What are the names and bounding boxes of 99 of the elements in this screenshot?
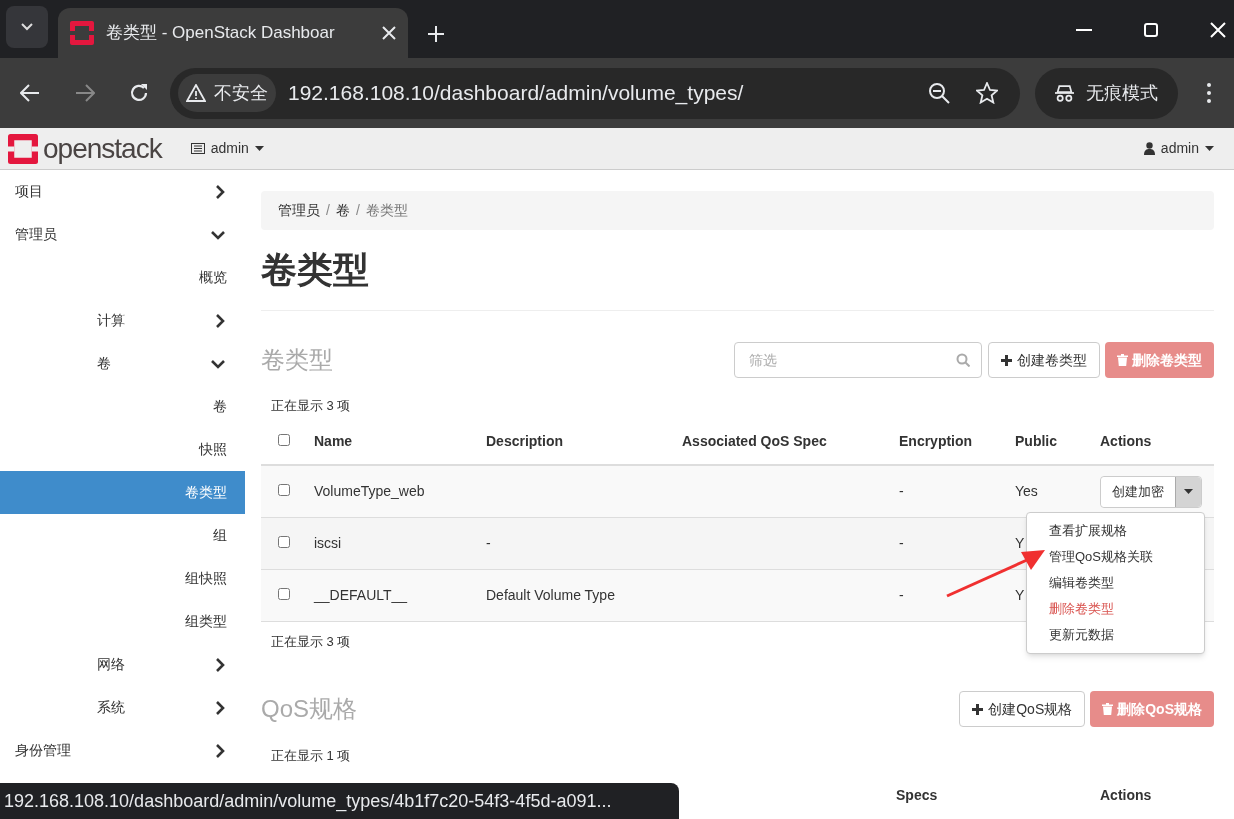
page-title: 卷类型	[261, 248, 369, 292]
sidebar-item[interactable]: 项目	[0, 170, 245, 213]
table-cell: -	[899, 535, 904, 551]
sidebar-item[interactable]: 网络	[0, 643, 245, 686]
menu-item[interactable]: 编辑卷类型	[1049, 570, 1114, 596]
reload-icon[interactable]	[129, 83, 149, 103]
column-header[interactable]: Public	[1015, 432, 1057, 449]
logo-text[interactable]: openstack	[43, 134, 162, 163]
search-icon	[956, 353, 970, 367]
list-icon	[190, 143, 205, 154]
table-cell: iscsi	[314, 535, 342, 551]
menu-icon[interactable]	[1207, 83, 1211, 103]
item-count: 正在显示 1 项	[271, 747, 351, 764]
sidebar-item[interactable]: 计算	[0, 299, 245, 342]
filter-field[interactable]: 筛选	[734, 342, 982, 378]
star-icon[interactable]	[976, 82, 998, 104]
table-cell: Yes	[1015, 483, 1038, 499]
sidebar-item[interactable]: 组快照	[0, 557, 245, 600]
forward-icon[interactable]	[75, 84, 95, 102]
checkbox[interactable]	[278, 536, 290, 548]
openstack-logo-icon	[8, 133, 38, 164]
chevron-right-icon	[215, 313, 225, 328]
table-cell: Y	[1015, 535, 1025, 551]
caret-down-icon	[1205, 146, 1214, 151]
table-cell: VolumeType_web	[314, 483, 425, 499]
section-heading: QoS规格	[261, 694, 358, 724]
table-cell: Y	[1015, 587, 1025, 603]
chevron-down-icon	[211, 358, 225, 369]
chevron-down-icon	[211, 229, 225, 240]
create-button[interactable]: 创建QoS规格	[959, 691, 1086, 727]
item-count: 正在显示 3 项	[271, 397, 351, 414]
chevron-right-icon	[215, 700, 225, 715]
create-encryption-button[interactable]: 创建加密	[1101, 476, 1175, 507]
chevron-down-icon	[21, 23, 33, 31]
sidebar-item[interactable]: 组类型	[0, 600, 245, 643]
browser-tab[interactable]: 卷类型 - OpenStack Dashboar	[58, 8, 408, 58]
new-tab-icon[interactable]	[428, 26, 444, 42]
column-header[interactable]: Specs	[896, 786, 938, 803]
column-header[interactable]: Actions	[1100, 786, 1152, 803]
sidebar-item[interactable]: 管理员	[0, 213, 245, 256]
breadcrumb-item[interactable]: 卷	[335, 200, 350, 221]
table-cell: -	[899, 587, 904, 603]
chevron-right-icon	[215, 184, 225, 199]
sidebar-item[interactable]: 组	[0, 514, 245, 557]
dropdown-toggle[interactable]	[1175, 476, 1201, 507]
address-bar[interactable]: 不安全 192.168.108.10/dashboard/admin/volume_types/	[170, 67, 1020, 119]
warning-icon	[186, 84, 206, 102]
plus-icon	[972, 703, 984, 715]
incognito-icon	[1055, 83, 1074, 103]
column-header[interactable]: Name	[314, 432, 353, 449]
sidebar-item[interactable]: 快照	[0, 428, 245, 471]
checkbox[interactable]	[278, 484, 290, 496]
table-cell: -	[899, 483, 904, 499]
openstack-logo-icon	[70, 21, 94, 45]
section-heading: 卷类型	[261, 345, 333, 375]
maximize-icon[interactable]	[1144, 23, 1158, 37]
menu-item[interactable]: 查看扩展规格	[1049, 518, 1127, 544]
breadcrumb-separator: /	[355, 201, 360, 220]
chevron-right-icon	[215, 743, 225, 758]
status-bubble: 192.168.108.10/dashboard/admin/volume_types/4b1f7c20-54f3-4f5d-a091...	[0, 783, 679, 819]
user-dropdown[interactable]: admin	[1143, 138, 1214, 159]
sidebar-item[interactable]: 概览	[0, 256, 245, 299]
caret-down-icon	[254, 146, 264, 151]
menu-item[interactable]: 更新元数据	[1049, 622, 1114, 648]
close-icon[interactable]	[382, 26, 396, 40]
menu-item[interactable]: 删除卷类型	[1049, 596, 1114, 622]
breadcrumb-separator: /	[326, 201, 330, 220]
checkbox[interactable]	[278, 433, 290, 446]
security-chip[interactable]: 不安全	[178, 74, 276, 112]
checkbox[interactable]	[278, 588, 290, 600]
tab-title: 卷类型 - OpenStack Dashboar	[106, 22, 335, 45]
sidebar-item[interactable]: 卷类型	[0, 471, 245, 514]
chevron-right-icon	[215, 657, 225, 672]
back-icon[interactable]	[20, 84, 40, 102]
sidebar-item[interactable]: 卷	[0, 342, 245, 385]
sidebar-item[interactable]: 身份管理	[0, 729, 245, 772]
column-header[interactable]: Associated QoS Spec	[682, 432, 827, 449]
trash-icon	[1117, 354, 1128, 366]
item-count: 正在显示 3 项	[271, 633, 351, 650]
table-cell: -	[486, 535, 491, 551]
project-dropdown[interactable]: admin	[190, 138, 264, 159]
table-cell: __DEFAULT__	[314, 587, 408, 603]
breadcrumb-item[interactable]: 管理员	[278, 200, 320, 221]
caret-down-icon	[1184, 489, 1193, 494]
user-icon	[1143, 142, 1155, 155]
incognito-button[interactable]: 无痕模式	[1035, 67, 1178, 119]
column-header[interactable]: Actions	[1100, 432, 1152, 449]
sidebar-item[interactable]: 系统	[0, 686, 245, 729]
sidebar-item[interactable]: 卷	[0, 385, 245, 428]
plus-icon	[1001, 354, 1012, 366]
trash-icon	[1102, 703, 1114, 715]
table-cell: Default Volume Type	[486, 587, 615, 603]
column-header[interactable]: Encryption	[899, 432, 973, 449]
zoom-out-icon[interactable]	[928, 82, 950, 104]
url-text: 192.168.108.10/dashboard/admin/volume_types/	[288, 80, 744, 107]
column-header[interactable]: Description	[486, 432, 563, 449]
menu-item[interactable]: 管理QoS规格关联	[1049, 544, 1153, 570]
create-button[interactable]: 创建卷类型	[988, 342, 1100, 378]
breadcrumb-item: 卷类型	[365, 201, 408, 220]
